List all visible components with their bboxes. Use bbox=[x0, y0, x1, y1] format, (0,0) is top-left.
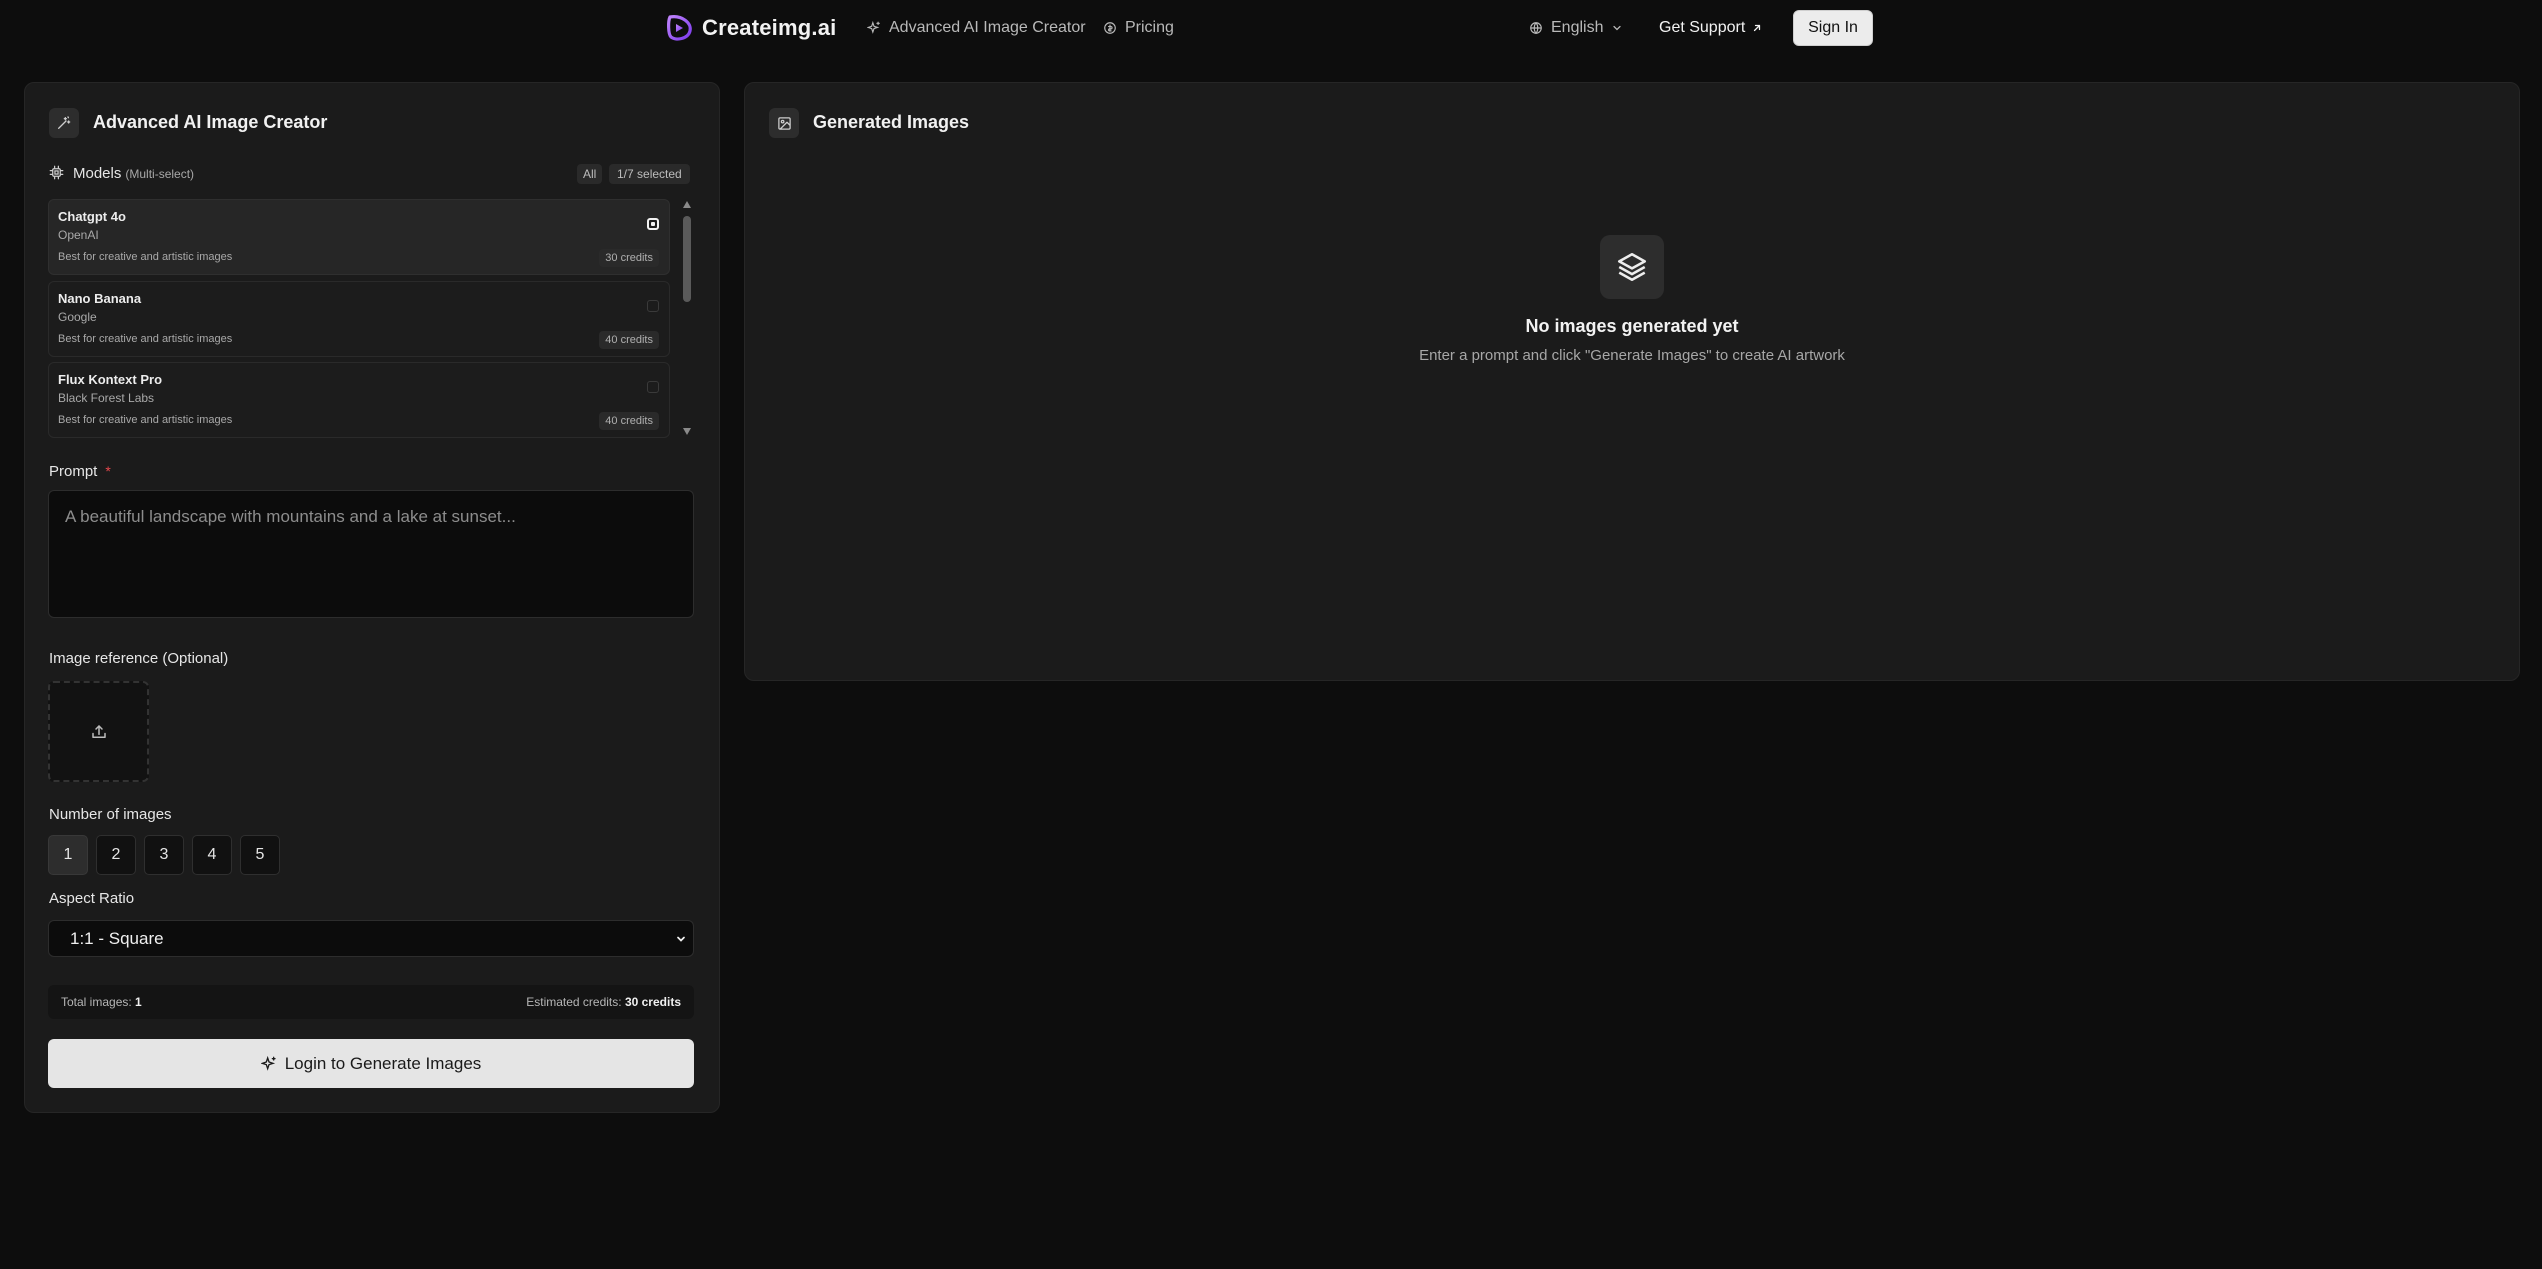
sparkles-icon bbox=[260, 1055, 276, 1071]
get-support-label: Get Support bbox=[1659, 19, 1746, 36]
model-name: Flux Kontext Pro bbox=[58, 372, 163, 387]
generation-summary: Total images: 1 Estimated credits: 30 cr… bbox=[48, 985, 694, 1019]
chevron-down-icon bbox=[1613, 25, 1622, 31]
generated-images-title: Generated Images bbox=[813, 112, 970, 132]
model-name: Nano Banana bbox=[58, 291, 142, 306]
prompt-header: Prompt * bbox=[49, 463, 111, 480]
model-checkbox[interactable] bbox=[647, 300, 659, 312]
model-credits-badge: 40 credits bbox=[599, 331, 659, 349]
model-description: Best for creative and artistic images bbox=[58, 251, 233, 263]
scroll-down-arrow[interactable] bbox=[683, 428, 691, 435]
image-icon bbox=[769, 108, 799, 138]
model-name: Chatgpt 4o bbox=[58, 209, 126, 224]
total-images-value: 1 bbox=[135, 995, 142, 1009]
count-option-3[interactable]: 3 bbox=[144, 835, 184, 875]
language-label: English bbox=[1551, 19, 1604, 36]
model-list: Chatgpt 4o OpenAI Best for creative and … bbox=[48, 198, 672, 438]
globe-icon bbox=[1530, 22, 1542, 35]
generate-label: Login to Generate Images bbox=[284, 1053, 482, 1073]
model-checkbox[interactable] bbox=[647, 381, 659, 393]
external-link-icon bbox=[1754, 24, 1761, 32]
nav-pricing[interactable]: Pricing bbox=[1103, 17, 1174, 39]
model-list-scrollbar[interactable] bbox=[681, 198, 693, 438]
creator-title: Advanced AI Image Creator bbox=[93, 112, 328, 132]
logo-text: Createimg.ai bbox=[702, 15, 837, 40]
selected-count-chip: 1/7 selected bbox=[609, 164, 690, 184]
estimated-credits-value: 30 credits bbox=[624, 995, 681, 1009]
nav-advanced-creator[interactable]: Advanced AI Image Creator bbox=[867, 17, 1086, 39]
model-card-flux-kontext-pro[interactable]: Flux Kontext Pro Black Forest Labs Best … bbox=[48, 362, 670, 438]
model-card-chatgpt-4o[interactable]: Chatgpt 4o OpenAI Best for creative and … bbox=[48, 199, 670, 275]
aspect-ratio-select[interactable]: 1:1 - Square bbox=[48, 920, 694, 957]
empty-state-title: No images generated yet bbox=[1525, 316, 1739, 336]
model-provider: OpenAI bbox=[58, 228, 99, 242]
sign-in-button[interactable]: Sign In bbox=[1793, 10, 1873, 46]
count-option-1[interactable]: 1 bbox=[48, 835, 88, 875]
scroll-thumb[interactable] bbox=[683, 216, 691, 302]
magic-wand-icon bbox=[49, 108, 79, 138]
language-selector[interactable]: English bbox=[1529, 17, 1623, 39]
model-card-nano-banana[interactable]: Nano Banana Google Best for creative and… bbox=[48, 281, 670, 357]
prompt-label: Prompt bbox=[49, 463, 98, 480]
coin-icon bbox=[1104, 22, 1116, 34]
login-to-generate-button[interactable]: Login to Generate Images bbox=[48, 1039, 694, 1088]
model-description: Best for creative and artistic images bbox=[58, 333, 233, 345]
model-checkbox[interactable] bbox=[647, 218, 659, 230]
select-all-chip[interactable]: All bbox=[577, 164, 603, 184]
count-option-2[interactable]: 2 bbox=[96, 835, 136, 875]
model-provider: Google bbox=[58, 310, 97, 324]
empty-state-subtitle: Enter a prompt and click "Generate Image… bbox=[1419, 347, 1845, 364]
model-description: Best for creative and artistic images bbox=[58, 414, 233, 426]
scroll-up-arrow[interactable] bbox=[683, 201, 691, 208]
cpu-icon bbox=[49, 165, 64, 180]
total-images: Total images: 1 bbox=[61, 995, 142, 1009]
count-option-5[interactable]: 5 bbox=[240, 835, 280, 875]
model-provider: Black Forest Labs bbox=[58, 391, 155, 405]
required-marker: * bbox=[105, 463, 111, 479]
chevron-down-icon bbox=[677, 936, 685, 942]
brand-logo[interactable]: Createimg.ai bbox=[664, 13, 836, 43]
models-hint: (Multi-select) bbox=[125, 167, 195, 181]
image-reference-label: Image reference (Optional) bbox=[49, 650, 229, 667]
models-header: Models (Multi-select) bbox=[73, 165, 194, 182]
nav-advanced-creator-label: Advanced AI Image Creator bbox=[889, 19, 1086, 36]
number-of-images-label: Number of images bbox=[49, 806, 172, 823]
upload-icon bbox=[91, 724, 106, 738]
estimated-credits: Estimated credits: 30 credits bbox=[526, 995, 681, 1009]
aspect-ratio-label: Aspect Ratio bbox=[49, 890, 135, 907]
prompt-input[interactable] bbox=[48, 490, 694, 618]
get-support-link[interactable]: Get Support bbox=[1659, 17, 1763, 39]
logo-icon bbox=[667, 15, 692, 41]
aspect-ratio-value: 1:1 - Square bbox=[70, 928, 164, 948]
image-upload-dropzone[interactable] bbox=[48, 681, 149, 782]
generated-images-panel bbox=[744, 82, 2520, 681]
model-credits-badge: 30 credits bbox=[599, 249, 659, 267]
models-label: Models bbox=[73, 165, 122, 182]
total-images-label: Total images: bbox=[61, 995, 132, 1009]
layers-icon bbox=[1600, 235, 1664, 299]
estimated-credits-label: Estimated credits: bbox=[526, 995, 622, 1009]
sparkles-icon bbox=[867, 21, 880, 34]
count-option-4[interactable]: 4 bbox=[192, 835, 232, 875]
nav-pricing-label: Pricing bbox=[1125, 19, 1174, 36]
top-navbar: Createimg.ai Advanced AI Image Creator P… bbox=[0, 0, 2542, 56]
model-credits-badge: 40 credits bbox=[599, 412, 659, 430]
